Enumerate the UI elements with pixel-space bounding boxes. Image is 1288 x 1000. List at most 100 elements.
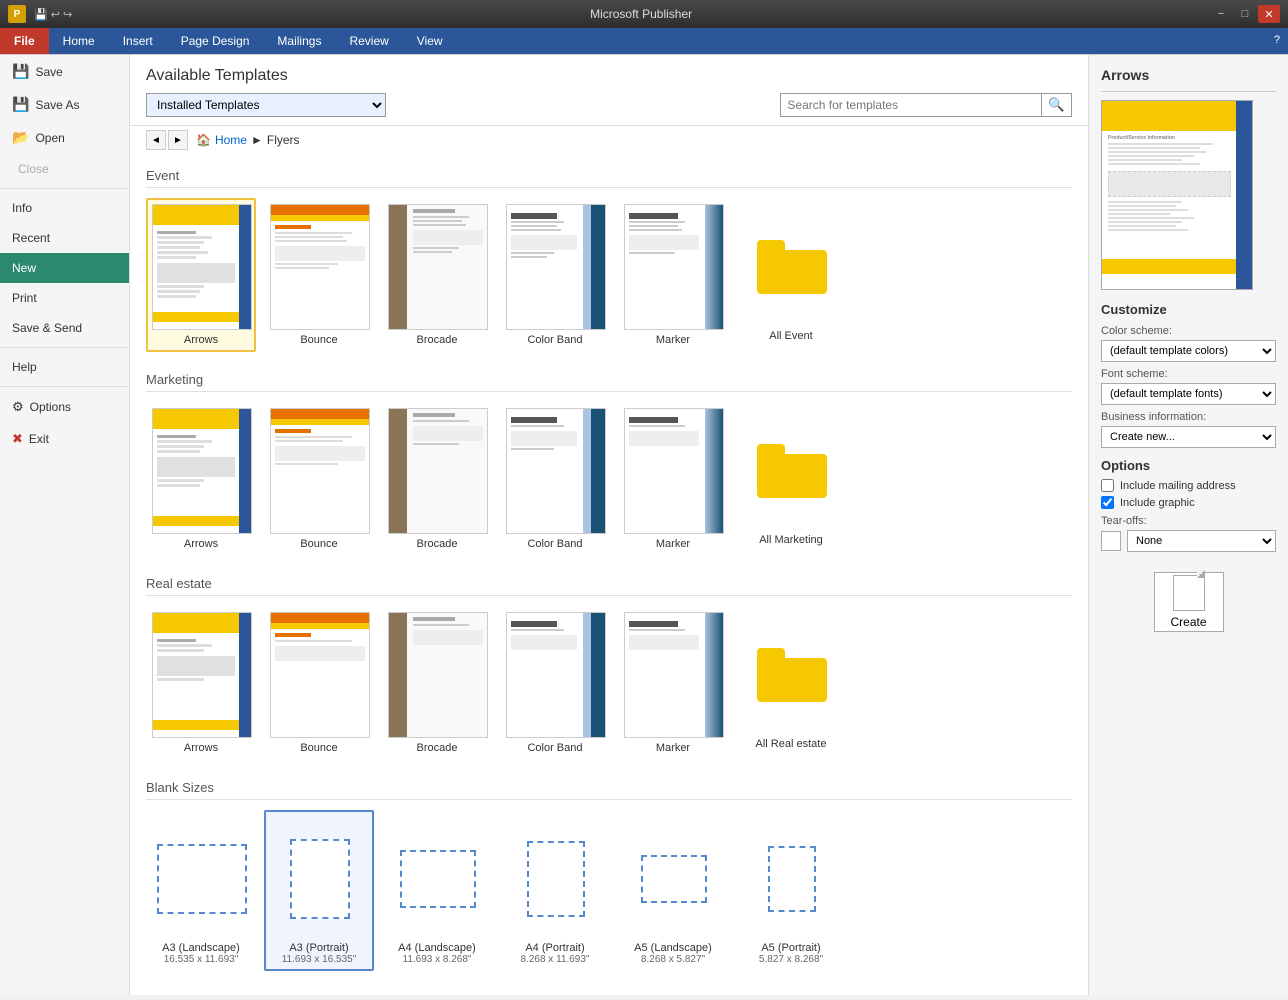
sidebar-item-save-send[interactable]: Save & Send <box>0 313 129 343</box>
business-info-select[interactable]: Create new... Business 1 <box>1101 426 1276 448</box>
sidebar-item-save[interactable]: 💾 Save <box>0 55 129 88</box>
template-blank-a3p[interactable]: A3 (Portrait) 11.693 x 16.535" <box>264 810 374 971</box>
template-thumb-marketing-arrows <box>152 408 252 534</box>
template-event-marker[interactable]: Marker <box>618 198 728 352</box>
template-blank-a5p[interactable]: A5 (Portrait) 5.827 x 8.268" <box>736 810 846 971</box>
sidebar-item-print[interactable]: Print <box>0 283 129 313</box>
template-thumb-marketing-marker <box>624 408 724 534</box>
search-button[interactable]: 🔍 <box>1041 94 1071 116</box>
template-realestate-bounce[interactable]: Bounce <box>264 606 374 760</box>
page-title: Available Templates <box>146 67 1072 85</box>
template-realestate-brocade[interactable]: Brocade <box>382 606 492 760</box>
create-button[interactable]: Create <box>1154 572 1224 632</box>
title-bar: P 💾 ↩ ↪ Microsoft Publisher − □ ✕ <box>0 0 1288 28</box>
template-marketing-all[interactable]: All Marketing <box>736 402 846 556</box>
template-name-marketing-bounce: Bounce <box>270 538 368 550</box>
include-graphic-checkbox[interactable] <box>1101 496 1114 509</box>
tab-insert[interactable]: Insert <box>109 28 167 54</box>
color-scheme-select[interactable]: (default template colors) Aqua Berry <box>1101 340 1276 362</box>
customize-title: Customize <box>1101 302 1276 317</box>
sidebar-item-help[interactable]: Help <box>0 352 129 382</box>
template-blank-a4p[interactable]: A4 (Portrait) 8.268 x 11.693" <box>500 810 610 971</box>
sidebar-label-help: Help <box>12 360 37 374</box>
template-realestate-all[interactable]: All Real estate <box>736 606 846 760</box>
template-event-all[interactable]: All Event <box>736 198 846 352</box>
help-icon[interactable]: ? <box>1266 28 1288 54</box>
template-name-event-marker: Marker <box>624 334 722 346</box>
tearoffs-select[interactable]: None Coupon Phone <box>1127 530 1276 552</box>
template-controls: Installed Templates My Templates New fro… <box>146 93 1072 117</box>
template-source-select[interactable]: Installed Templates My Templates New fro… <box>146 93 386 117</box>
nav-back-button[interactable]: ◄ <box>146 130 166 150</box>
sidebar-label-close: Close <box>18 162 49 176</box>
breadcrumb-home[interactable]: Home <box>215 133 247 147</box>
template-dims-a3p: 11.693 x 16.535" <box>270 954 368 965</box>
tab-home[interactable]: Home <box>49 28 109 54</box>
app-icon: P <box>8 5 26 23</box>
template-name-realestate-brocade: Brocade <box>388 742 486 754</box>
template-marketing-bounce[interactable]: Bounce <box>264 402 374 556</box>
sidebar-item-save-as[interactable]: 💾 Save As <box>0 88 129 121</box>
template-name-event-all: All Event <box>742 330 840 342</box>
sidebar-label-new: New <box>12 261 36 275</box>
template-event-arrows[interactable]: Arrows <box>146 198 256 352</box>
template-marketing-brocade[interactable]: Brocade <box>382 402 492 556</box>
font-scheme-select[interactable]: (default template fonts) Arial <box>1101 383 1276 405</box>
template-event-bounce[interactable]: Bounce <box>264 198 374 352</box>
template-source-dropdown[interactable]: Installed Templates My Templates New fro… <box>146 93 386 117</box>
template-marketing-colorband[interactable]: Color Band <box>500 402 610 556</box>
font-scheme-label: Font scheme: <box>1101 368 1276 380</box>
ribbon: File Home Insert Page Design Mailings Re… <box>0 28 1288 55</box>
blank-templates-grid: A3 (Landscape) 16.535 x 11.693" A3 (Port… <box>146 810 1072 971</box>
sidebar: 💾 Save 💾 Save As 📂 Open Close Info Recen… <box>0 55 130 995</box>
close-button[interactable]: ✕ <box>1258 5 1280 23</box>
minimize-button[interactable]: − <box>1210 5 1232 23</box>
template-realestate-colorband[interactable]: Color Band <box>500 606 610 760</box>
template-realestate-arrows[interactable]: Arrows <box>146 606 256 760</box>
template-blank-a4l[interactable]: A4 (Landscape) 11.693 x 8.268" <box>382 810 492 971</box>
nav-forward-button[interactable]: ► <box>168 130 188 150</box>
template-realestate-marker[interactable]: Marker <box>618 606 728 760</box>
search-input[interactable] <box>781 95 1041 115</box>
template-thumb-marketing-bounce <box>270 408 370 534</box>
tab-mailings[interactable]: Mailings <box>263 28 335 54</box>
sidebar-label-recent: Recent <box>12 231 50 245</box>
template-dims-a4l: 11.693 x 8.268" <box>388 954 486 965</box>
include-mailing-label: Include mailing address <box>1120 480 1236 492</box>
template-dims-a5p: 5.827 x 8.268" <box>742 954 840 965</box>
sidebar-item-info[interactable]: Info <box>0 193 129 223</box>
tab-review[interactable]: Review <box>335 28 402 54</box>
tab-view[interactable]: View <box>403 28 457 54</box>
sidebar-item-options[interactable]: ⚙ Options <box>0 391 129 423</box>
template-preview: Product/Service Information <box>1101 100 1253 290</box>
sidebar-item-new[interactable]: New <box>0 253 129 283</box>
template-event-brocade[interactable]: Brocade <box>382 198 492 352</box>
templates-area: Event <box>130 156 1088 995</box>
content-header: Available Templates Installed Templates … <box>130 55 1088 126</box>
template-blank-a5l[interactable]: A5 (Landscape) 8.268 x 5.827" <box>618 810 728 971</box>
template-name-realestate-all: All Real estate <box>742 738 840 750</box>
breadcrumb-separator: ► <box>251 133 263 147</box>
tab-page-design[interactable]: Page Design <box>167 28 264 54</box>
sidebar-item-open[interactable]: 📂 Open <box>0 121 129 154</box>
sidebar-item-recent[interactable]: Recent <box>0 223 129 253</box>
sidebar-item-exit[interactable]: ✖ Exit <box>0 423 129 455</box>
maximize-button[interactable]: □ <box>1234 5 1256 23</box>
marketing-templates-grid: Arrows <box>146 402 1072 556</box>
include-graphic-row: Include graphic <box>1101 496 1276 509</box>
template-thumb-brocade <box>388 204 488 330</box>
home-icon: 🏠 <box>196 133 211 147</box>
business-info-label: Business information: <box>1101 411 1276 423</box>
include-mailing-checkbox[interactable] <box>1101 479 1114 492</box>
template-name-a3l: A3 (Landscape) <box>152 942 250 954</box>
sidebar-item-close[interactable]: Close <box>0 154 129 184</box>
app-body: 💾 Save 💾 Save As 📂 Open Close Info Recen… <box>0 55 1288 995</box>
sidebar-label-open: Open <box>35 131 64 145</box>
template-blank-a3l[interactable]: A3 (Landscape) 16.535 x 11.693" <box>146 810 256 971</box>
template-thumb-realestate-colorband <box>506 612 606 738</box>
template-marketing-marker[interactable]: Marker <box>618 402 728 556</box>
tab-file[interactable]: File <box>0 28 49 54</box>
template-marketing-arrows[interactable]: Arrows <box>146 402 256 556</box>
template-event-colorband[interactable]: Color Band <box>500 198 610 352</box>
template-thumb-realestate-brocade <box>388 612 488 738</box>
